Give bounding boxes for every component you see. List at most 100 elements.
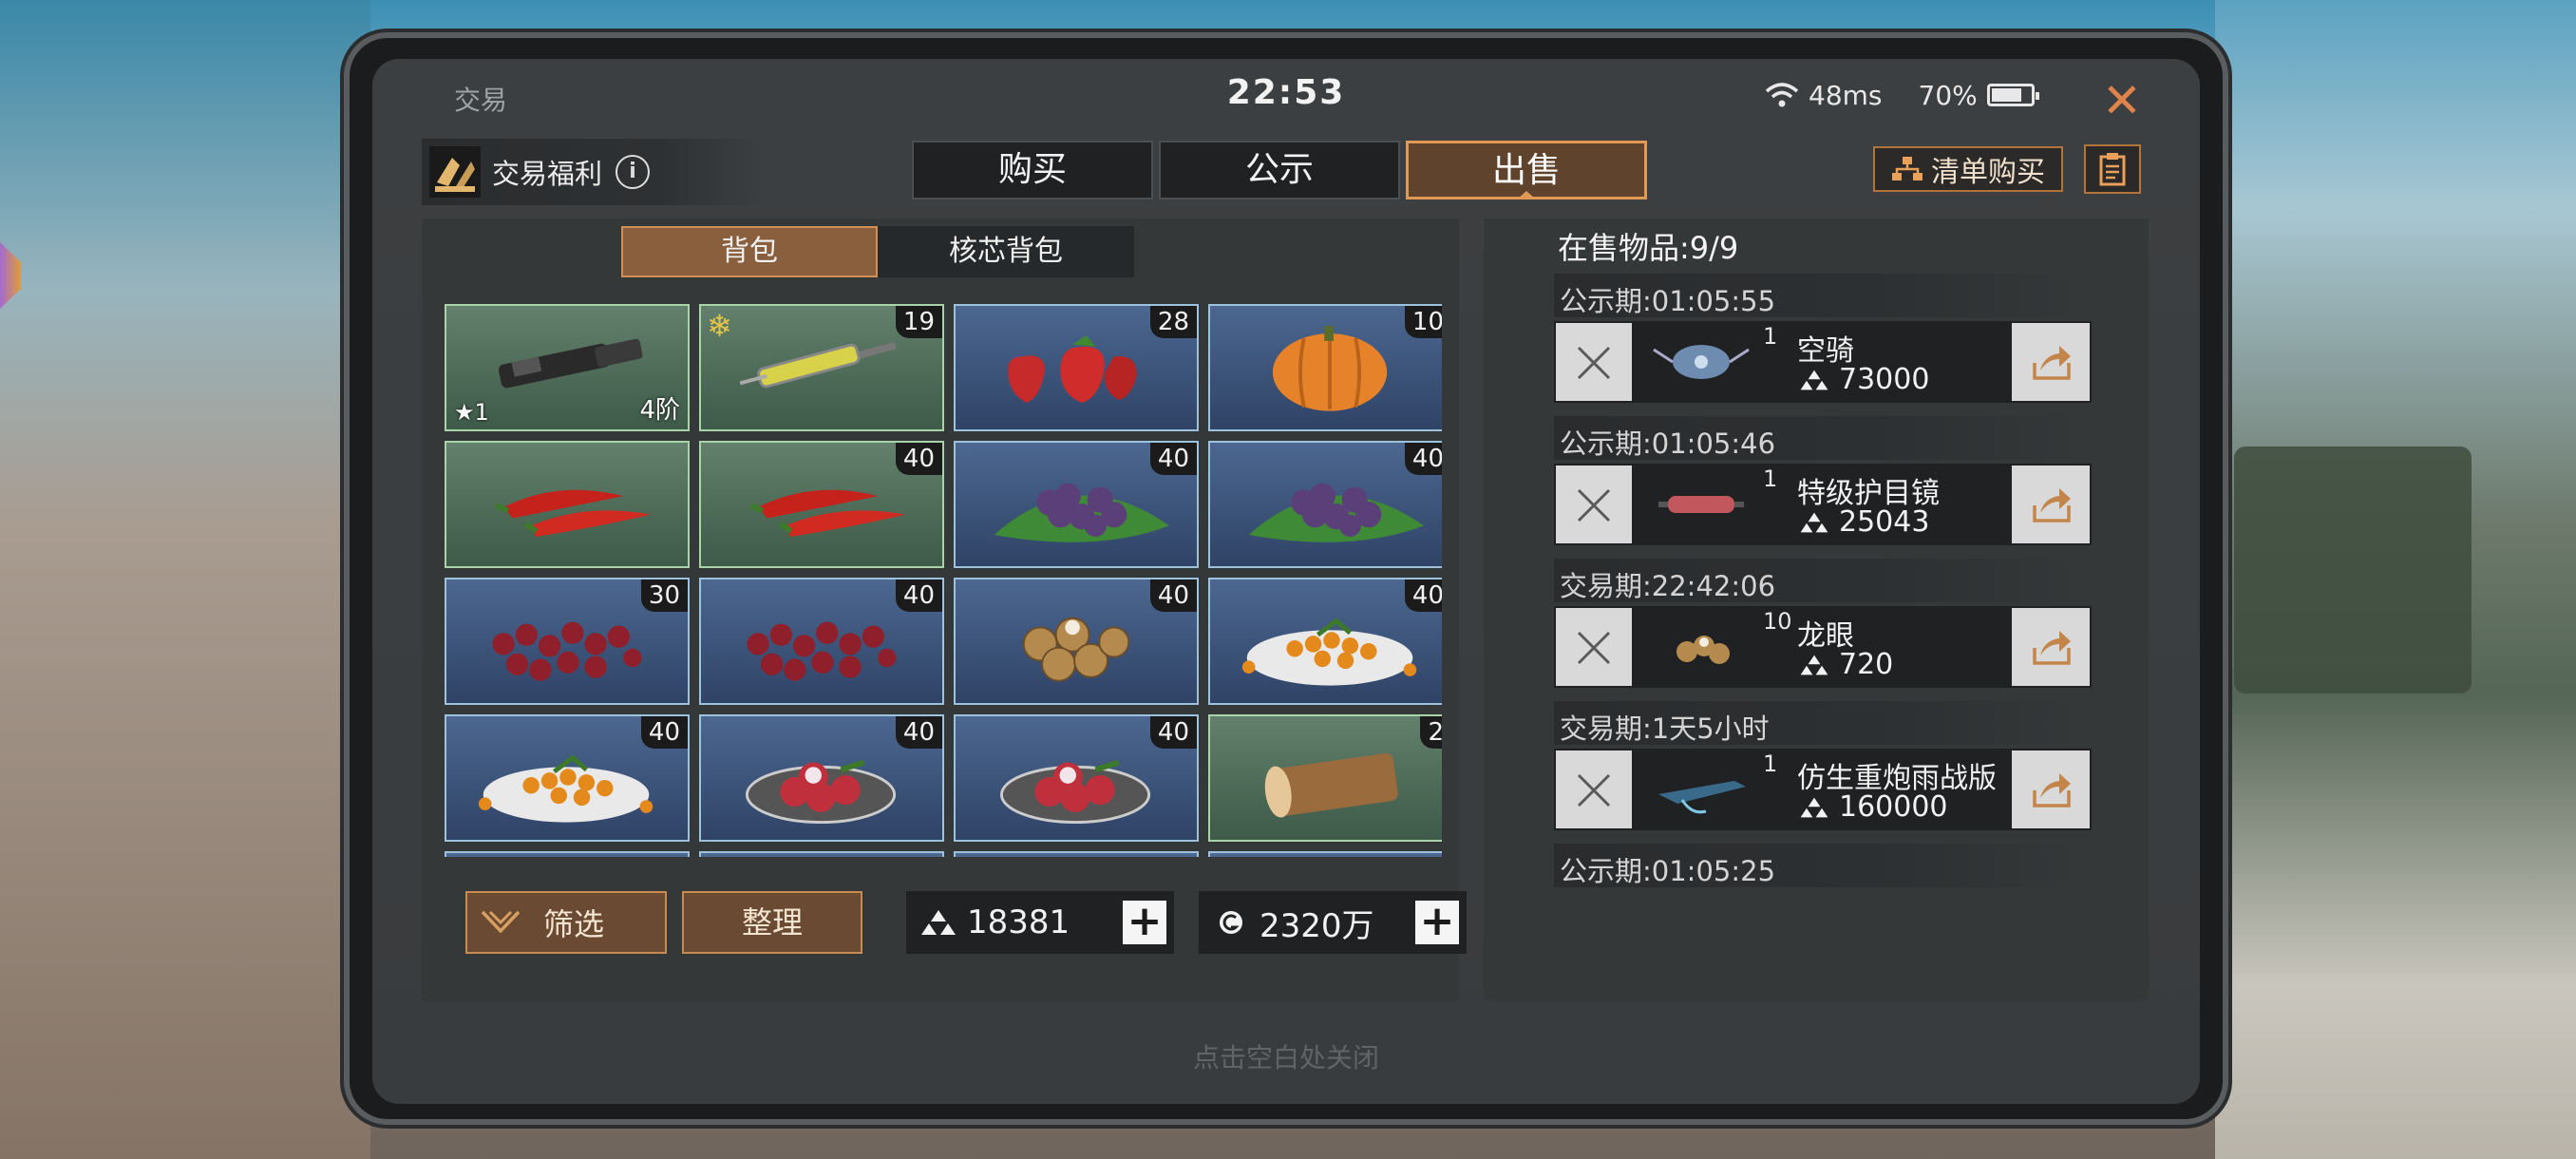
phase-bar: 公示期:01:05:25 <box>1554 844 2092 887</box>
tab-buy[interactable]: 购买 <box>912 141 1153 200</box>
phase-label: 交易期:1天5小时 <box>1560 712 1770 745</box>
share-button[interactable] <box>2012 466 2090 543</box>
tab-sell[interactable]: 出售 <box>1406 141 1647 200</box>
item-tier: 4阶 <box>639 396 680 425</box>
delist-button[interactable] <box>1556 466 1632 543</box>
phase-label: 公示期:01:05:55 <box>1560 285 1776 317</box>
inventory-slot[interactable]: 40 <box>954 714 1199 842</box>
inventory-slot[interactable]: 40 <box>1208 578 1442 705</box>
chevron-down-icon <box>481 910 521 934</box>
close-icon <box>1577 773 1611 808</box>
status-bar: 交易 22:53 48ms 70% ✕ <box>372 59 2200 131</box>
log-icon <box>1264 753 1398 818</box>
inventory-tabs: 背包 核芯背包 <box>621 226 1134 277</box>
add-gold-button[interactable]: + <box>1415 901 1459 944</box>
share-icon <box>2033 346 2071 380</box>
list-buy-button[interactable]: 清单购买 <box>1873 146 2063 192</box>
inventory-slot[interactable]: 40 <box>699 714 944 842</box>
phase-label: 公示期:01:05:46 <box>1560 428 1776 460</box>
sale-row: 1 仿生重炮雨战版 160000 <box>1554 749 2092 830</box>
share-icon <box>2033 488 2071 522</box>
phase-label: 交易期:22:42:06 <box>1560 570 1776 602</box>
item-count: 40 <box>895 443 942 475</box>
item-count: 40 <box>895 716 942 749</box>
inventory-slot[interactable] <box>445 851 690 857</box>
filter-button[interactable]: 筛选 <box>465 891 667 954</box>
inventory-slot[interactable]: 40 <box>699 578 944 705</box>
tab-core-backpack[interactable]: 核芯背包 <box>878 226 1134 277</box>
status-right: 48ms 70% <box>1765 76 2039 114</box>
gold-currency: 2320万 + <box>1199 891 1467 954</box>
item-count: 40 <box>895 580 942 612</box>
inventory-slot[interactable]: 40 <box>699 441 944 568</box>
phase-bar: 交易期:1天5小时 <box>1554 701 2092 745</box>
inventory-slot[interactable]: 19 ❄ <box>699 304 944 431</box>
goggles-icon <box>1658 496 1744 513</box>
background-left <box>0 0 370 1159</box>
sale-row: 1 特级护目镜 25043 <box>1554 464 2092 545</box>
chili-icon <box>495 489 652 537</box>
inventory-slot[interactable] <box>1208 851 1442 857</box>
phase-bar: 交易期:22:42:06 <box>1554 559 2092 602</box>
battery-text: 70% <box>1918 79 1978 111</box>
delist-button[interactable] <box>1556 608 1632 686</box>
inventory-slot[interactable] <box>699 851 944 857</box>
tab-backpack[interactable]: 背包 <box>621 226 878 277</box>
sale-row: 10 龙眼 720 <box>1554 606 2092 688</box>
sale-row: 1 空骑 73000 <box>1554 321 2092 403</box>
sale-entry: 公示期:01:05:55 1 空骑 73000 <box>1554 274 2092 416</box>
item-price: 160000 <box>1797 790 1948 824</box>
item-quantity: 1 <box>1763 750 1778 777</box>
share-button[interactable] <box>2012 608 2090 686</box>
inventory-slot[interactable]: 28 <box>954 304 1199 431</box>
share-button[interactable] <box>2012 323 2090 401</box>
delist-button[interactable] <box>1556 750 1632 828</box>
inventory-slot[interactable]: 30 <box>445 578 690 705</box>
inventory-slot[interactable]: 40 <box>1208 441 1442 568</box>
inventory-slot[interactable]: 2 <box>1208 714 1442 842</box>
add-silver-button[interactable]: + <box>1123 901 1166 944</box>
item-price: 720 <box>1797 648 1893 681</box>
coin-icon <box>1220 911 1242 934</box>
phase-bar: 公示期:01:05:46 <box>1554 416 2092 460</box>
latency-text: 48ms <box>1809 79 1883 111</box>
close-icon <box>1577 488 1611 522</box>
close-hint[interactable]: 点击空白处关闭 <box>372 1037 2200 1075</box>
inventory-slot[interactable] <box>445 441 690 568</box>
sale-list: 公示期:01:05:55 1 空骑 73000 公示期:01:05:46 1 特级护目镜 25… <box>1554 274 2092 940</box>
wifi-icon <box>1765 83 1799 107</box>
clipboard-button[interactable] <box>2084 144 2141 194</box>
item-count: 40 <box>1149 580 1197 612</box>
snowflake-icon: ❄ <box>707 308 732 344</box>
sale-entry: 公示期:01:05:25 <box>1554 844 2092 940</box>
share-button[interactable] <box>2012 750 2090 828</box>
price-value: 720 <box>1839 648 1894 681</box>
phase-label: 公示期:01:05:25 <box>1560 855 1776 887</box>
item-count: 40 <box>1404 580 1442 612</box>
trade-welfare[interactable]: 交易福利 i <box>422 139 764 205</box>
longan-icon <box>1676 636 1730 664</box>
inventory-slot[interactable] <box>954 851 1199 857</box>
tab-announce[interactable]: 公示 <box>1159 141 1400 200</box>
inventory-slot[interactable]: 40 <box>445 714 690 842</box>
drone-icon <box>1653 345 1750 379</box>
inventory-slot[interactable]: 4阶 ★1 <box>445 304 690 431</box>
sale-entry: 交易期:1天5小时 1 仿生重炮雨战版 160000 <box>1554 701 2092 844</box>
inventory-slot[interactable]: 10 <box>1208 304 1442 431</box>
inventory-slot[interactable]: 40 <box>954 441 1199 568</box>
silver-ingot-icon <box>1800 512 1828 532</box>
item-count: 30 <box>640 580 688 612</box>
inventory-slot[interactable]: 40 <box>954 578 1199 705</box>
item-count: 40 <box>640 716 688 749</box>
phase-bar: 公示期:01:05:55 <box>1554 274 2092 317</box>
sort-button[interactable]: 整理 <box>682 891 862 954</box>
on-sale-title: 在售物品:9/9 <box>1558 230 1739 266</box>
item-quantity: 10 <box>1763 608 1792 635</box>
item-count: 19 <box>895 306 942 338</box>
gold-amount: 2320万 <box>1260 906 1374 945</box>
info-icon[interactable]: i <box>616 155 651 189</box>
delist-button[interactable] <box>1556 323 1632 401</box>
item-count: 40 <box>1149 716 1197 749</box>
close-icon[interactable]: ✕ <box>2093 72 2150 129</box>
inventory-grid: 4阶 ★1 19 ❄ 28 10 40 40 40 30 40 40 40 40 40 40 2 <box>445 304 1442 857</box>
